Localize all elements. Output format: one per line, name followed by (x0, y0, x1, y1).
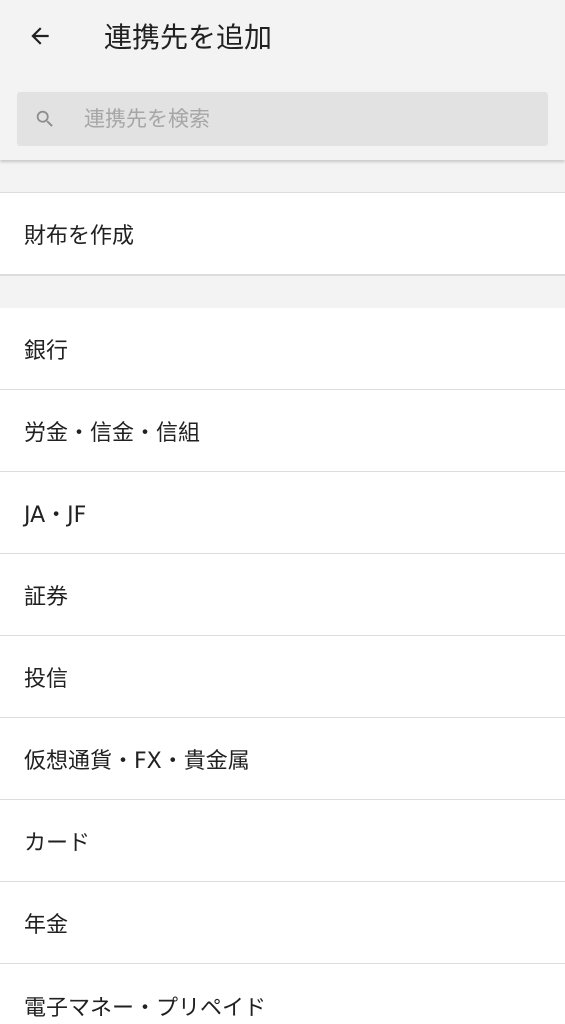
create-wallet-label: 財布を作成 (24, 223, 135, 249)
search-icon (33, 107, 57, 131)
category-item-crypto-fx-metals[interactable]: 仮想通貨・FX・貴金属 (0, 718, 565, 800)
search-input[interactable] (84, 99, 524, 139)
section-spacer (0, 160, 565, 193)
category-label: 投信 (24, 666, 69, 692)
add-connection-screen: 連携先を追加 財布を作成 銀行 労金・信金・信組 JA・JF 証券 投信 仮想通… (0, 0, 565, 1024)
category-item-ja-jf[interactable]: JA・JF (0, 472, 565, 554)
category-label: 銀行 (24, 338, 69, 364)
back-button[interactable] (14, 14, 66, 62)
category-item-emoney-prepaid[interactable]: 電子マネー・プリペイド (0, 964, 565, 1024)
category-label: 年金 (24, 912, 69, 938)
category-item-credit-union[interactable]: 労金・信金・信組 (0, 390, 565, 472)
category-label: 電子マネー・プリペイド (24, 996, 267, 1021)
category-label: JA・JF (24, 502, 87, 528)
category-item-investment-trust[interactable]: 投信 (0, 636, 565, 718)
category-label: 証券 (24, 584, 69, 610)
category-item-bank[interactable]: 銀行 (0, 308, 565, 390)
page-title: 連携先を追加 (104, 21, 273, 54)
category-label: 労金・信金・信組 (24, 420, 201, 446)
category-item-card[interactable]: カード (0, 800, 565, 882)
category-item-pension[interactable]: 年金 (0, 882, 565, 964)
arrow-left-icon (27, 23, 53, 53)
create-wallet-item[interactable]: 財布を作成 (0, 193, 565, 275)
search-bar[interactable] (17, 92, 548, 146)
category-item-securities[interactable]: 証券 (0, 554, 565, 636)
app-header: 連携先を追加 (0, 0, 565, 160)
category-label: 仮想通貨・FX・貴金属 (24, 748, 250, 774)
section-spacer (0, 275, 565, 308)
category-label: カード (24, 830, 91, 856)
